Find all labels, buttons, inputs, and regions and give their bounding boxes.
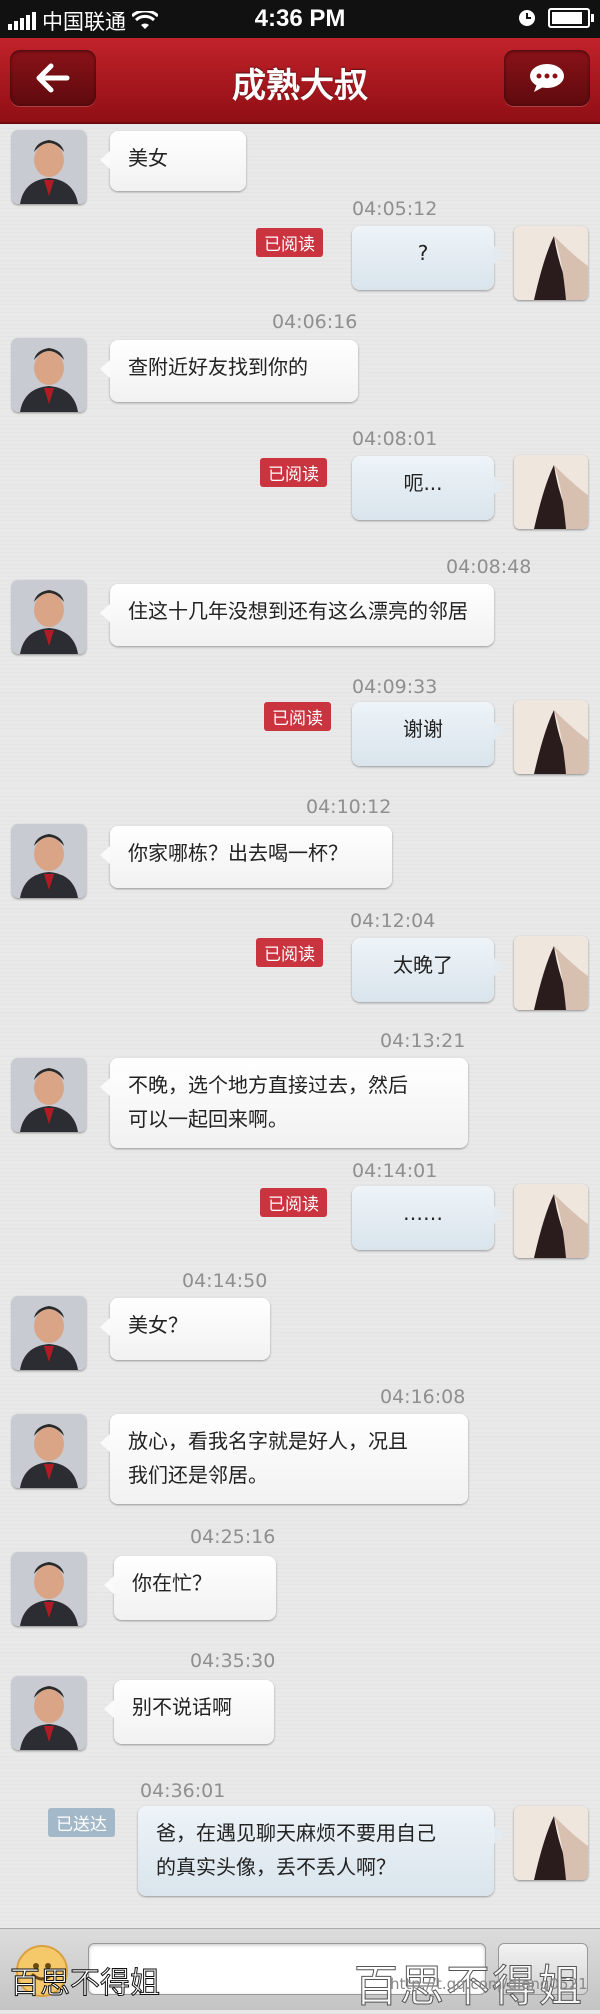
nav-bar: 成熟大叔 [0, 38, 600, 124]
contact-avatar[interactable] [12, 1552, 86, 1626]
status-right [518, 8, 594, 28]
clock-icon [519, 10, 535, 26]
message-text: 呃... [403, 471, 443, 495]
message-bubble-received[interactable]: 别不说话啊 [104, 1680, 274, 1744]
message-text: 你在忙？ [132, 1571, 212, 1595]
message-bubble-received[interactable]: 你在忙？ [104, 1556, 276, 1620]
message-timestamp: 04:10:12 [306, 796, 392, 818]
status-time: 4:36 PM [254, 5, 346, 32]
message-timestamp: 04:08:48 [446, 556, 532, 578]
self-avatar[interactable] [514, 226, 588, 300]
message-timestamp: 04:16:08 [380, 1386, 466, 1408]
contact-avatar[interactable] [12, 1414, 86, 1488]
message-bubble-received[interactable]: 放心，看我名字就是好人，况且 我们还是邻居。 [100, 1414, 468, 1504]
message-text: 放心，看我名字就是好人，况且 [128, 1429, 408, 1453]
battery-icon [548, 8, 594, 28]
message-bubble-received[interactable]: 不晚，选个地方直接过去，然后 可以一起回来啊。 [100, 1058, 468, 1148]
self-avatar[interactable] [514, 455, 588, 529]
message-text: …… [403, 1201, 443, 1225]
read-status-badge: 已阅读 [264, 702, 331, 731]
message-bubble-received[interactable]: 美女？ [100, 1298, 270, 1360]
message-text: ? [417, 241, 429, 265]
delivered-status-badge: 已送达 [48, 1808, 115, 1837]
chat-options-button[interactable] [504, 50, 590, 106]
watermark-left: 百思不得姐 [10, 1966, 161, 2002]
message-timestamp: 04:09:33 [352, 676, 438, 698]
read-status-badge: 已阅读 [256, 938, 323, 967]
message-bubble-sent[interactable]: …… [352, 1186, 504, 1250]
message-timestamp: 04:35:30 [190, 1650, 276, 1672]
message-bubble-sent[interactable]: ? [352, 226, 504, 290]
message-timestamp: 04:05:12 [352, 198, 438, 220]
message-timestamp: 04:14:50 [182, 1270, 268, 1292]
message-text: 谢谢 [403, 717, 443, 741]
message-text: 查附近好友找到你的 [128, 355, 308, 379]
chat-bubble-icon [530, 64, 564, 92]
contact-avatar[interactable] [12, 338, 86, 412]
message-timestamp: 04:13:21 [380, 1030, 466, 1052]
message-bubble-sent[interactable]: 谢谢 [352, 702, 504, 766]
status-bar: 中国联通 4:36 PM [0, 0, 600, 38]
message-text: 你家哪栋？出去喝一杯？ [128, 841, 348, 865]
message-timestamp: 04:06:16 [272, 311, 358, 333]
message-text: 太晚了 [393, 953, 453, 977]
message-text: 住这十几年没想到还有这么漂亮的邻居 [128, 599, 468, 623]
message-text: 可以一起回来啊。 [128, 1107, 288, 1131]
message-timestamp: 04:08:01 [352, 428, 438, 450]
message-text: 美女？ [128, 1313, 188, 1337]
message-text: 美女 [128, 146, 168, 170]
message-bubble-sent[interactable]: 太晚了 [352, 938, 504, 1002]
message-timestamp: 04:25:16 [190, 1526, 276, 1548]
read-status-badge: 已阅读 [260, 458, 327, 487]
watermark-url: http://t.qq.com/dieng0521 [390, 1975, 588, 1993]
message-bubble-sent[interactable]: 爸，在遇见聊天麻烦不要用自己 的真实头像，丢不丢人啊？ [138, 1806, 504, 1896]
contact-avatar[interactable] [12, 580, 86, 654]
message-text: 不晚，选个地方直接过去，然后 [128, 1073, 408, 1097]
self-avatar[interactable] [514, 1184, 588, 1258]
message-bubble-received[interactable]: 查附近好友找到你的 [100, 340, 358, 402]
contact-avatar[interactable] [12, 1058, 86, 1132]
contact-avatar[interactable] [12, 130, 86, 204]
self-avatar[interactable] [514, 1806, 588, 1880]
message-bubble-received[interactable]: 住这十几年没想到还有这么漂亮的邻居 [100, 584, 494, 646]
message-text: 我们还是邻居。 [128, 1463, 268, 1487]
self-avatar[interactable] [514, 700, 588, 774]
message-timestamp: 04:14:01 [352, 1160, 438, 1182]
message-text: 的真实头像，丢不丢人啊？ [156, 1855, 396, 1879]
message-timestamp: 04:36:01 [140, 1780, 226, 1802]
self-avatar[interactable] [514, 936, 588, 1010]
message-bubble-received[interactable]: 你家哪栋？出去喝一杯？ [100, 826, 392, 888]
message-text: 爸，在遇见聊天麻烦不要用自己 [156, 1821, 436, 1845]
message-text: 别不说话啊 [132, 1695, 232, 1719]
message-bubble-sent[interactable]: 呃... [352, 456, 504, 520]
contact-avatar[interactable] [12, 1296, 86, 1370]
message-bubble-received[interactable]: 美女 [100, 131, 246, 191]
contact-avatar[interactable] [12, 824, 86, 898]
read-status-badge: 已阅读 [260, 1188, 327, 1217]
contact-avatar[interactable] [12, 1676, 86, 1750]
message-timestamp: 04:12:04 [350, 910, 436, 932]
read-status-badge: 已阅读 [256, 228, 323, 257]
